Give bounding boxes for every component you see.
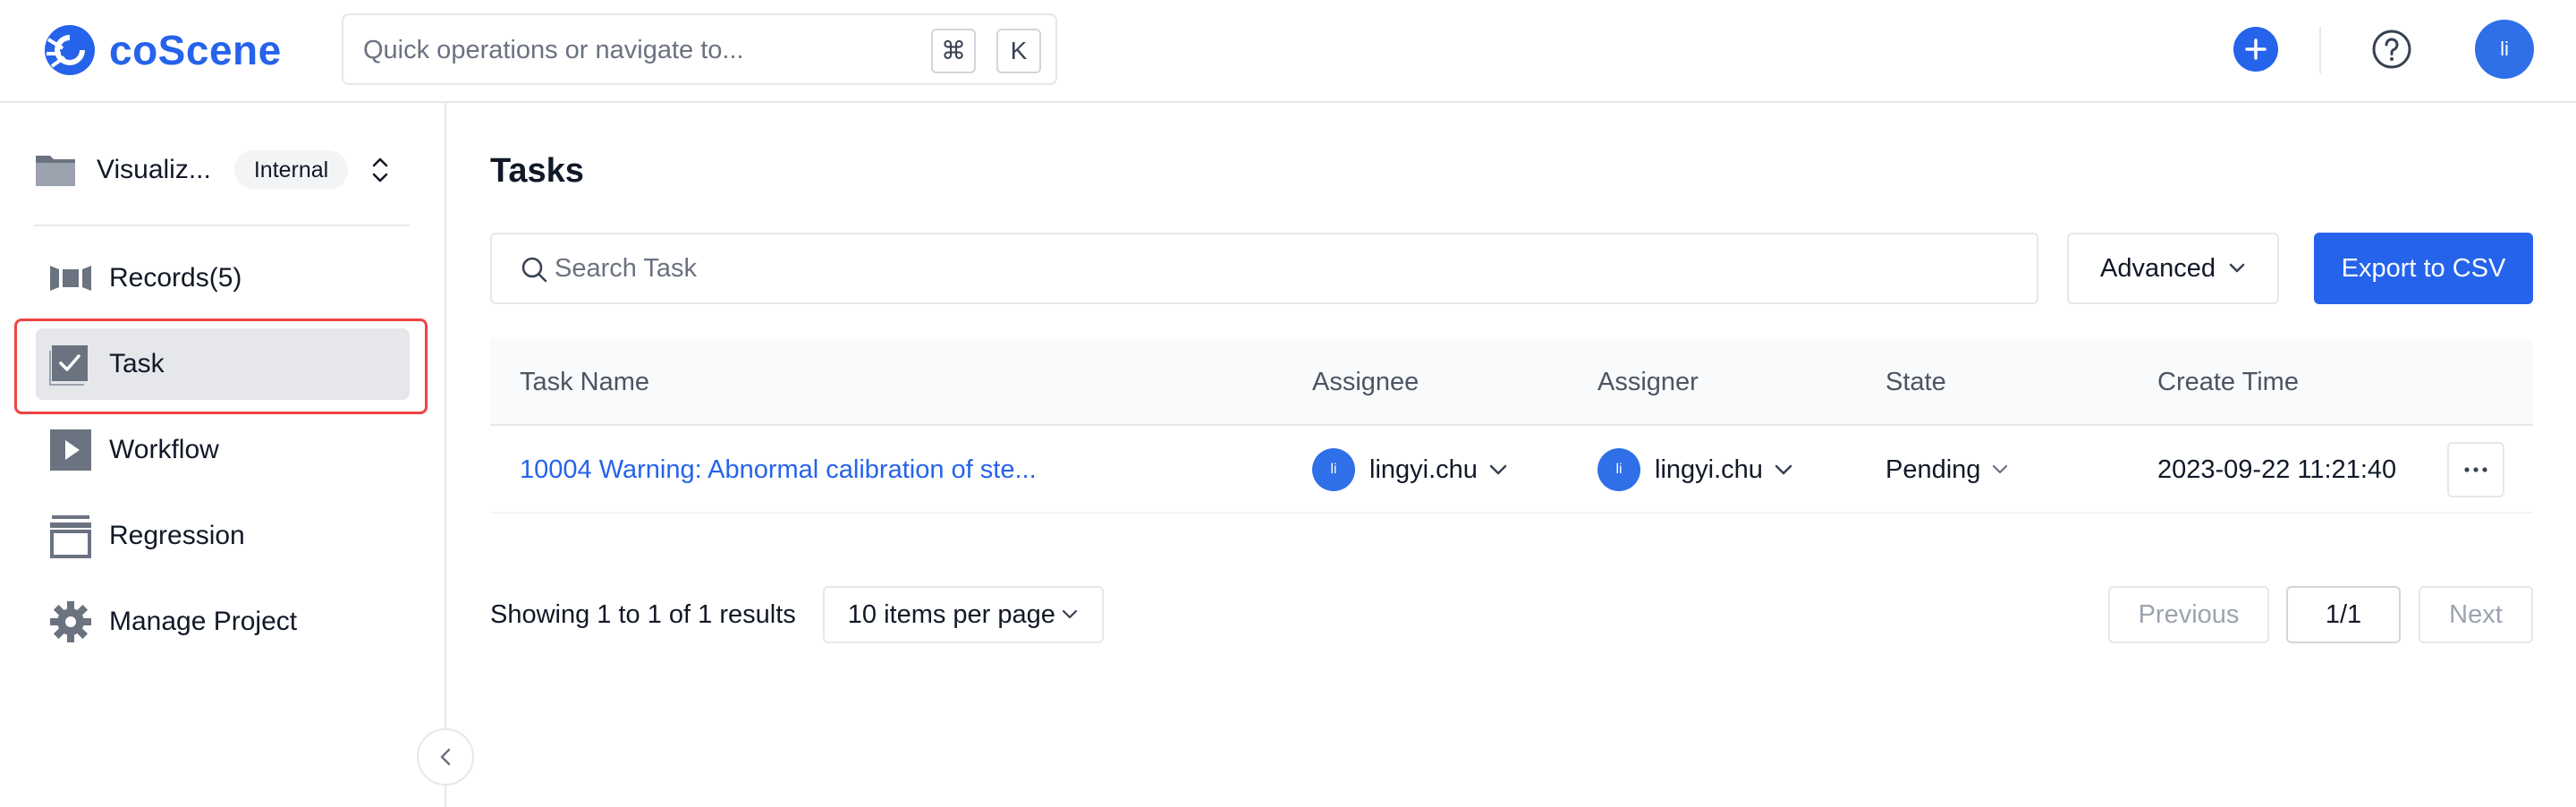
main-content: Tasks Advanced Export to CSV Task Name A…	[447, 103, 2576, 807]
task-name-link[interactable]: 10004 Warning: Abnormal calibration of s…	[520, 455, 1037, 485]
sidebar-item-manage-project[interactable]: Manage Project	[36, 586, 410, 658]
sidebar-item-label: Workflow	[109, 435, 219, 464]
records-icon	[48, 256, 93, 301]
sidebar-item-label: Task	[109, 349, 165, 378]
sidebar: Visualiz... Internal Records(5) Task Wor…	[0, 103, 474, 807]
sidebar-item-workflow[interactable]: Workflow	[36, 414, 410, 486]
search-task-field[interactable]	[490, 233, 2038, 304]
table-row: 10004 Warning: Abnormal calibration of s…	[490, 426, 2533, 514]
task-name-cell: 10004 Warning: Abnormal calibration of s…	[520, 426, 1037, 514]
quick-search-placeholder: Quick operations or navigate to...	[363, 36, 744, 64]
sidebar-item-task[interactable]: Task	[36, 328, 410, 400]
task-table: Task Name Assignee Assigner State Create…	[490, 339, 2533, 514]
create-time-value: 2023-09-22 11:21:40	[2157, 454, 2397, 484]
sidebar-item-label: Regression	[109, 521, 245, 550]
advanced-label: Advanced	[2100, 253, 2216, 283]
sidebar-divider	[34, 225, 410, 226]
showing-results-text: Showing 1 to 1 of 1 results	[490, 599, 796, 629]
archive-icon	[48, 514, 93, 558]
project-name: Visualiz...	[97, 155, 211, 184]
project-switcher[interactable]: Visualiz... Internal	[34, 139, 410, 201]
header-state[interactable]: State	[1885, 339, 1946, 426]
chevron-up-down-icon	[372, 157, 388, 183]
assigner-avatar: li	[1597, 448, 1640, 491]
chevron-down-icon	[1993, 464, 2008, 474]
user-avatar[interactable]: li	[2475, 20, 2534, 79]
search-icon	[521, 257, 547, 283]
create-time-cell: 2023-09-22 11:21:40	[2157, 426, 2396, 514]
header-create-time[interactable]: Create Time	[2157, 339, 2299, 426]
items-per-page-select[interactable]: 10 items per page	[822, 586, 1104, 643]
advanced-filter-button[interactable]: Advanced	[2067, 233, 2279, 304]
assignee-name: lingyi.chu	[1369, 454, 1478, 484]
search-task-input[interactable]	[555, 236, 1986, 301]
sidebar-item-regression[interactable]: Regression	[36, 500, 410, 572]
top-bar: coScene Quick operations or navigate to.…	[0, 0, 2576, 103]
gear-icon	[48, 599, 93, 644]
export-csv-button[interactable]: Export to CSV	[2314, 233, 2533, 304]
state-value: Pending	[1885, 454, 1981, 484]
sidebar-item-records[interactable]: Records(5)	[36, 242, 410, 314]
help-icon	[2372, 30, 2411, 69]
assigner-dropdown[interactable]: li lingyi.chu	[1597, 426, 1793, 514]
quick-search-input[interactable]: Quick operations or navigate to... ⌘ K	[342, 13, 1057, 85]
assignee-avatar: li	[1312, 448, 1355, 491]
sidebar-item-label: Records(5)	[109, 263, 242, 293]
topbar-divider	[2319, 27, 2321, 73]
chevron-down-icon	[2229, 263, 2245, 273]
items-per-page-value: 10 items per page	[847, 599, 1055, 629]
chevron-down-icon	[1062, 609, 1078, 619]
row-more-actions-button[interactable]	[2447, 442, 2504, 497]
folder-icon	[36, 156, 75, 186]
sidebar-item-label: Manage Project	[109, 607, 298, 636]
previous-page-button[interactable]: Previous	[2108, 586, 2269, 643]
header-assignee[interactable]: Assignee	[1312, 339, 1419, 426]
page-title: Tasks	[490, 152, 584, 190]
header-assigner[interactable]: Assigner	[1597, 339, 1699, 426]
pagination-summary: Showing 1 to 1 of 1 results 10 items per…	[490, 586, 1104, 643]
logo-text: coScene	[109, 27, 282, 73]
kbd-k-key: K	[996, 29, 1041, 73]
table-header: Task Name Assignee Assigner State Create…	[490, 339, 2533, 426]
chevron-down-icon	[1489, 464, 1507, 475]
state-dropdown[interactable]: Pending	[1885, 426, 2009, 514]
chevron-down-icon	[1775, 464, 1792, 475]
more-horizontal-icon	[2464, 467, 2487, 472]
task-check-icon	[48, 342, 93, 387]
plus-icon	[2245, 38, 2267, 60]
next-page-button[interactable]: Next	[2419, 586, 2533, 643]
add-button[interactable]	[2233, 27, 2278, 72]
assigner-name: lingyi.chu	[1655, 454, 1763, 484]
assignee-dropdown[interactable]: li lingyi.chu	[1312, 426, 1508, 514]
help-button[interactable]	[2369, 27, 2414, 72]
page-indicator[interactable]: 1/1	[2286, 586, 2401, 643]
kbd-cmd-key: ⌘	[931, 29, 976, 73]
logo[interactable]: coScene	[41, 21, 282, 79]
project-visibility-badge: Internal	[233, 150, 349, 190]
coscene-logo-icon	[45, 25, 95, 75]
header-task-name[interactable]: Task Name	[520, 339, 649, 426]
play-icon	[48, 428, 93, 472]
